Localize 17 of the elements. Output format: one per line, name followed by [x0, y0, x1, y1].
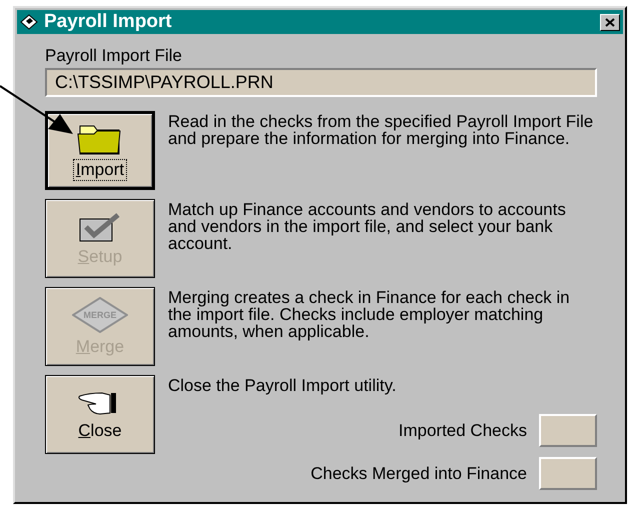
merge-sign-icon: MERGE: [72, 296, 128, 332]
close-icon: [605, 18, 615, 26]
close-button[interactable]: [600, 14, 620, 30]
action-description: Read in the checks from the specified Payroll Import File and prepare the information for merging into Finance.: [168, 113, 594, 147]
counter-box: [539, 457, 597, 490]
counter-box: [539, 414, 597, 447]
field-label: Payroll Import File: [45, 46, 183, 66]
counter-label: Imported Checks: [398, 420, 527, 440]
action-description: Merging creates a check in Finance for each check in the import file. Checks include employer matching amounts, when applicable.: [168, 289, 571, 340]
close-button[interactable]: Close: [45, 375, 155, 454]
import-button[interactable]: Import: [45, 111, 155, 190]
action-description: Close the Payroll Import utility.: [168, 377, 398, 394]
checkbox-icon: [78, 210, 122, 242]
counter-label: Checks Merged into Finance: [310, 464, 527, 484]
action-description: Match up Finance accounts and vendors to accounts and vendors in the import file, and select your bank account.: [168, 201, 567, 252]
window-title: Payroll Import: [44, 11, 173, 33]
file-path-field[interactable]: C:\TSSIMP\PAYROLL.PRN: [45, 68, 597, 97]
